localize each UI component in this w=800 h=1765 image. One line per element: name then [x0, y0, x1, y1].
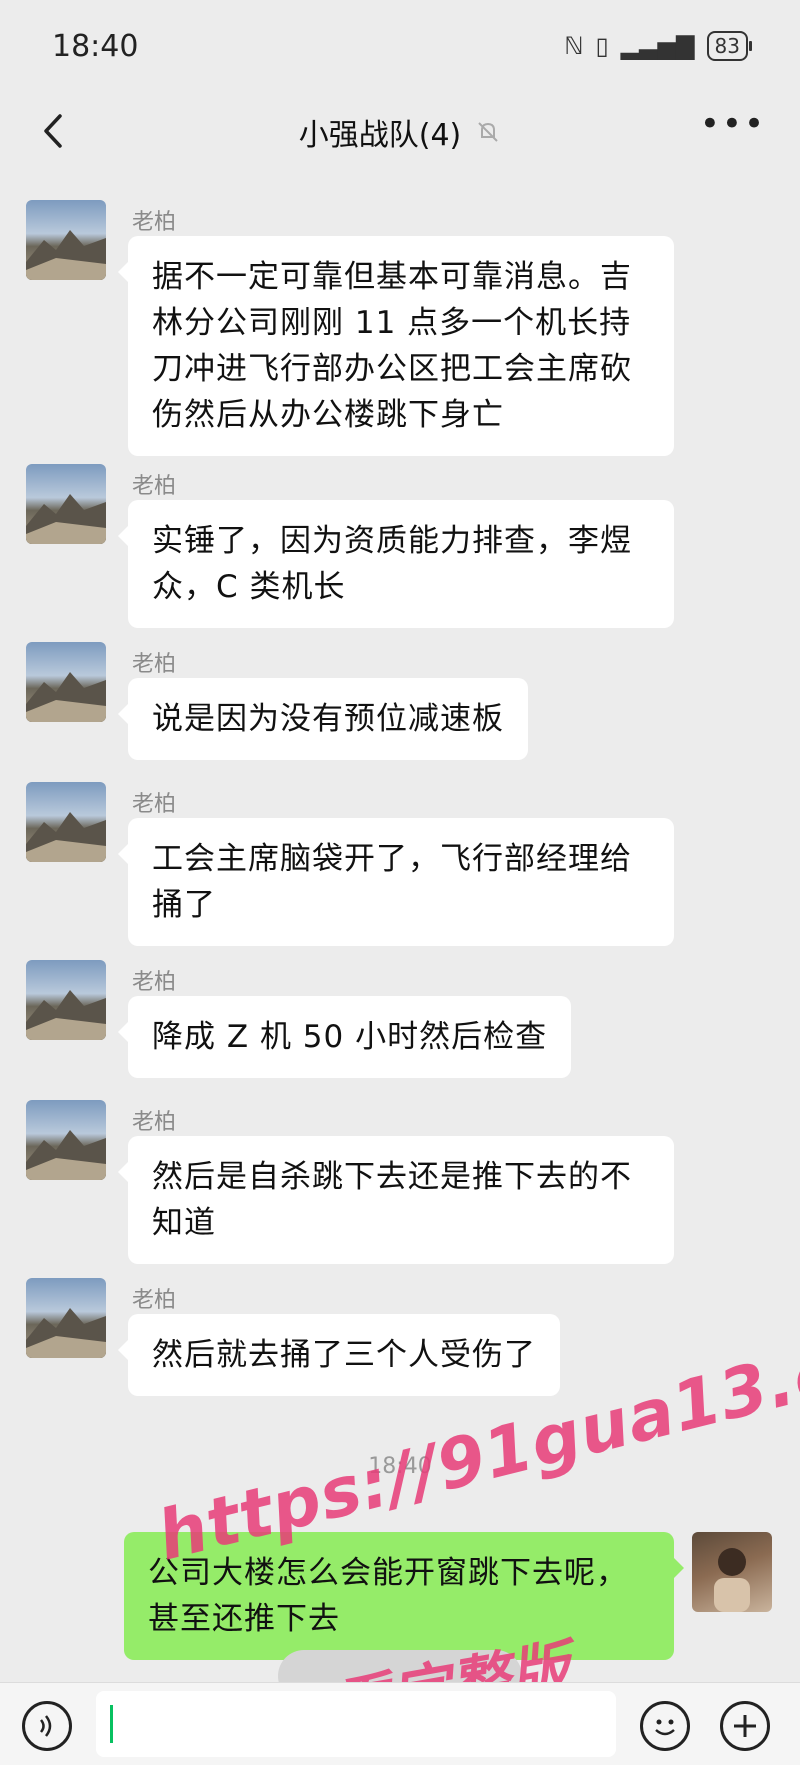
emoji-icon[interactable]: [640, 1701, 690, 1751]
chat-header: 小强战队(4) •••: [0, 92, 800, 172]
message-bubble[interactable]: 据不一定可靠但基本可靠消息。吉林分公司刚刚 11 点多一个机长持刀冲进飞行部办公…: [118, 236, 674, 456]
message-bubble[interactable]: 实锤了，因为资质能力排查，李煜众，C 类机长: [118, 500, 674, 628]
avatar[interactable]: [26, 1278, 106, 1358]
signal-icon: ▂▃▅▇: [620, 32, 695, 60]
avatar[interactable]: [26, 782, 106, 862]
avatar[interactable]: [26, 1100, 106, 1180]
plus-icon[interactable]: [720, 1701, 770, 1751]
input-bar: [0, 1682, 800, 1765]
battery-level: 83: [714, 34, 740, 58]
nfc-icon: ℕ: [564, 32, 584, 60]
status-icons: ℕ ▯ ▂▃▅▇ 83: [564, 31, 753, 61]
message-bubble[interactable]: 然后就去捅了三个人受伤了: [118, 1314, 560, 1396]
sender-name: 老柏: [132, 1110, 177, 1135]
avatar[interactable]: [26, 960, 106, 1040]
sender-name: 老柏: [132, 792, 177, 817]
battery-icon: 83: [706, 31, 753, 61]
status-bar: 18:40 ℕ ▯ ▂▃▅▇ 83: [0, 0, 800, 92]
sender-name: 老柏: [132, 970, 177, 995]
sender-name: 老柏: [132, 652, 177, 677]
sender-name: 老柏: [132, 210, 177, 235]
text-cursor: [110, 1705, 113, 1743]
mute-bell-icon: [478, 122, 498, 142]
voice-input-icon[interactable]: [22, 1701, 72, 1751]
message-bubble[interactable]: 降成 Z 机 50 小时然后检查: [117, 996, 572, 1078]
message-bubble[interactable]: 然后是自杀跳下去还是推下去的不知道: [118, 1136, 674, 1264]
avatar[interactable]: [26, 642, 106, 722]
chat-title: 小强战队(4): [298, 118, 462, 153]
message-bubble[interactable]: 说是因为没有预位减速板: [118, 678, 528, 760]
sender-name: 老柏: [132, 1288, 177, 1313]
back-arrow-icon[interactable]: [30, 106, 80, 156]
self-avatar[interactable]: [692, 1532, 772, 1612]
more-options-icon[interactable]: •••: [700, 104, 766, 144]
message-bubble[interactable]: 工会主席脑袋开了，飞行部经理给捅了: [118, 818, 674, 946]
avatar[interactable]: [26, 200, 106, 280]
sender-name: 老柏: [132, 474, 177, 499]
vibrate-icon: ▯: [595, 32, 609, 60]
message-input[interactable]: [96, 1691, 616, 1757]
avatar[interactable]: [26, 464, 106, 544]
status-time: 18:40: [52, 28, 139, 64]
